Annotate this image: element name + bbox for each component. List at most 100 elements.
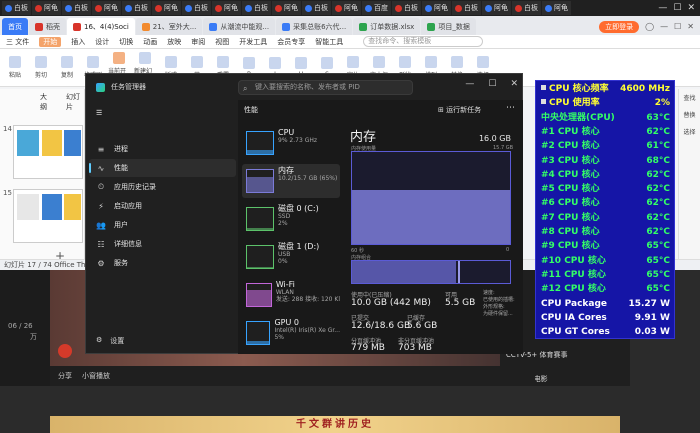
taskbar-item[interactable]: 白板 [122, 1, 151, 15]
login-button[interactable]: 立即登录 [599, 20, 640, 33]
menu-item[interactable]: 切换 [119, 37, 133, 47]
command-search[interactable]: 查找命令、搜索模板 [363, 36, 484, 47]
app-icon [125, 4, 132, 12]
taskbar-item[interactable]: 阿龟 [482, 1, 511, 15]
taskbar-item[interactable]: 阿龟 [332, 1, 361, 15]
ribbon-button[interactable]: 复制 [56, 56, 78, 79]
osd-label-text: #12 CPU 核心 [541, 284, 606, 295]
minimize-icon[interactable]: — [658, 3, 667, 13]
taskbar-item[interactable]: 白板 [182, 1, 211, 15]
doc-tab[interactable]: 从潮流中能观... [203, 18, 276, 35]
menu-item[interactable]: 动画 [143, 37, 157, 47]
minimize-icon[interactable]: — [660, 22, 668, 31]
ribbon-button[interactable]: 粘贴 [4, 56, 26, 79]
taskbar-item[interactable]: 百度 [362, 1, 391, 15]
taskbar-item[interactable]: 阿龟 [542, 1, 571, 15]
perf-name: 磁盘 1 (D:) [278, 242, 320, 251]
right-tool[interactable]: 替换 [679, 106, 700, 123]
close-icon[interactable]: ✕ [687, 22, 694, 31]
banner-ad[interactable]: 千文群讲历史 [50, 416, 620, 433]
menu-item[interactable]: 三 文件 [6, 37, 29, 47]
maximize-icon[interactable]: ☐ [488, 79, 496, 89]
menu-item[interactable]: 插入 [71, 37, 85, 47]
taskbar-item[interactable]: 白板 [242, 1, 271, 15]
taskbar-item[interactable]: 白板 [452, 1, 481, 15]
slide-thumbnail[interactable] [13, 125, 83, 179]
menu-item[interactable]: 开始 [39, 36, 62, 47]
taskbar-item[interactable]: 阿龟 [152, 1, 181, 15]
osd-value: 68°C [646, 155, 670, 166]
maximize-icon[interactable]: ☐ [674, 22, 681, 31]
ribbon-icon [165, 56, 177, 68]
taskbar-item[interactable]: 白板 [512, 1, 541, 15]
run-new-task-button[interactable]: ⊞ 运行新任务 [438, 105, 481, 115]
osd-label: #8 CPU 核心 [541, 225, 600, 239]
menu-item[interactable]: 开发工具 [239, 37, 267, 47]
taskbar-item[interactable]: 阿龟 [422, 1, 451, 15]
menu-item[interactable]: 审阅 [191, 37, 205, 47]
perf-graph [246, 321, 271, 345]
right-tool[interactable]: 查找 [679, 89, 700, 106]
perf-item[interactable]: 磁盘 1 (D:) USB 0% [242, 240, 340, 274]
taskbar-item[interactable]: 阿龟 [212, 1, 241, 15]
osd-label-text: CPU Package [541, 298, 608, 309]
search-input[interactable]: ⌕ 键入要搜索的名称、发布者或 PID [238, 80, 413, 95]
tab-slides[interactable]: 幻灯片 [66, 92, 84, 112]
doc-tab-label: 项目_数据 [438, 22, 470, 31]
user-icon[interactable]: ◯ [645, 22, 654, 31]
taskbar-item[interactable]: 白板 [302, 1, 331, 15]
doc-tab[interactable]: 21、室外大... [135, 18, 203, 35]
doc-tab[interactable]: 采集总账6六代... [276, 18, 353, 35]
play-icon[interactable] [58, 344, 72, 358]
menu-item[interactable]: 智能工具 [315, 37, 343, 47]
memory-title: 内存 [350, 130, 377, 145]
nav-item[interactable]: ⏲ 应用历史记录 [89, 178, 236, 196]
minimize-icon[interactable]: — [465, 79, 474, 89]
ribbon-icon [113, 51, 125, 64]
perf-item[interactable]: Wi-Fi WLAN 发送: 288 接收: 120 Kl [242, 278, 340, 312]
close-icon[interactable]: ✕ [687, 3, 695, 13]
perf-item[interactable]: 磁盘 0 (C:) SSD 2% [242, 202, 340, 236]
maximize-icon[interactable]: ☐ [673, 3, 681, 13]
doc-tab[interactable]: 项目_数据 [421, 18, 476, 35]
nav-item[interactable]: 👥 用户 [89, 216, 236, 234]
perf-graph-fill [247, 150, 273, 154]
perf-name: 内存 [278, 166, 294, 175]
osd-label: CPU 核心频率 [541, 82, 609, 96]
document-tabs: 首页 稻壳 16、4(4)Soci 21、室外大... 从潮流中能观... 采集总账6六代… [0, 16, 700, 35]
right-tool[interactable]: 选择 [679, 123, 700, 140]
slide-thumbnail[interactable] [13, 189, 83, 243]
ribbon-button[interactable]: 剪切 [30, 56, 52, 79]
perf-item[interactable]: 内存 10.2/15.7 GB (65%) [242, 164, 340, 198]
taskbar-item[interactable]: 阿龟 [92, 1, 121, 15]
settings-button[interactable]: ⚙ 设置 [96, 336, 124, 346]
more-options-icon[interactable]: ⋯ [506, 103, 515, 113]
taskbar-item-label: 白板 [194, 4, 208, 12]
nav-item[interactable]: ⚡ 启动应用 [89, 197, 236, 215]
share-button[interactable]: 分享 [58, 371, 72, 381]
taskbar-item[interactable]: 阿龟 [32, 1, 61, 15]
taskbar-item[interactable]: 白板 [62, 1, 91, 15]
taskbar-item[interactable]: 白板 [2, 1, 31, 15]
menu-item[interactable]: 视图 [215, 37, 229, 47]
doc-tab[interactable]: 稻壳 [29, 18, 66, 35]
doc-tab[interactable]: 订单数据.xlsx [353, 18, 421, 35]
menu-item[interactable]: 会员专享 [277, 37, 305, 47]
hamburger-icon[interactable]: ☰ [89, 104, 109, 122]
perf-item[interactable]: GPU 0 Intel(R) Iris(R) Xe Gr... 5% [242, 316, 340, 350]
mini-window-button[interactable]: 小窗播放 [82, 371, 110, 381]
nav-item[interactable]: ≡ 进程 [89, 140, 236, 158]
app-icon [65, 4, 72, 12]
close-icon[interactable]: ✕ [510, 79, 518, 89]
menu-item[interactable]: 设计 [95, 37, 109, 47]
menu-item[interactable]: 放映 [167, 37, 181, 47]
doc-tab[interactable]: 16、4(4)Soci [67, 18, 135, 35]
tab-outline[interactable]: 大纲 [40, 92, 52, 112]
doc-tab[interactable]: 首页 [2, 18, 28, 35]
nav-item[interactable]: ☷ 详细信息 [89, 235, 236, 253]
perf-item[interactable]: CPU 9% 2.73 GHz [242, 126, 340, 160]
nav-item[interactable]: ⚙ 服务 [89, 254, 236, 272]
taskbar-item[interactable]: 阿龟 [272, 1, 301, 15]
nav-item[interactable]: ∿ 性能 [89, 159, 236, 177]
taskbar-item[interactable]: 白板 [392, 1, 421, 15]
